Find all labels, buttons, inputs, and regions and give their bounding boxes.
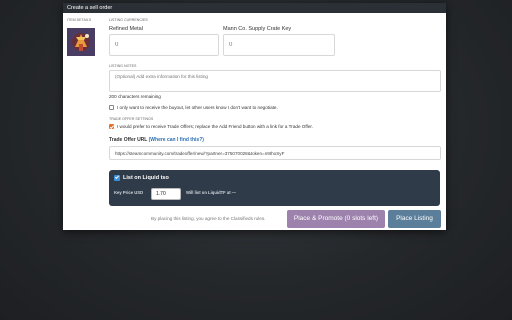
trade-offers-label: I would prefer to receive Trade Offers; … — [117, 124, 313, 129]
trade-url-label: Trade Offer URL (Where can I find this?) — [109, 137, 204, 143]
key-price-label: Key Price USD — [114, 190, 144, 195]
refined-metal-input[interactable] — [109, 34, 219, 56]
refined-metal-label: Refined Metal — [109, 26, 143, 32]
trade-offers-checkbox[interactable] — [109, 124, 114, 129]
listing-currencies-label: LISTING CURRENCIES — [109, 18, 148, 22]
modal-title: Create a sell order — [63, 3, 446, 13]
item-details-label: ITEM DETAILS — [67, 18, 92, 22]
listing-notes-label: LISTING NOTES — [109, 64, 137, 68]
place-promote-button[interactable]: Place & Promote (0 slots left) — [287, 210, 385, 228]
characters-remaining: 200 characters remaining — [109, 94, 161, 99]
crate-key-input[interactable] — [223, 34, 335, 56]
item-image — [67, 28, 95, 56]
trade-offer-settings-label: TRADE OFFER SETTINGS — [109, 117, 154, 121]
liquid-panel: List on Liquid tso Key Price USD Will li… — [109, 170, 440, 206]
rules-text: By placing this listing, you agree to th… — [151, 216, 266, 221]
listing-notes-textarea[interactable] — [109, 70, 441, 92]
key-price-input[interactable] — [151, 188, 181, 200]
trade-url-help-link[interactable]: (Where can I find this?) — [149, 137, 204, 143]
buyout-checkbox[interactable] — [109, 105, 114, 110]
liquid-label: List on Liquid tso — [123, 175, 169, 181]
crate-key-label: Mann Co. Supply Crate Key — [223, 26, 292, 32]
liquid-note: Will list on LiquidTF at — — [186, 190, 236, 195]
sell-order-modal: Create a sell order ITEM DETAILS LISTING… — [63, 3, 446, 230]
buyout-label: I only want to receive the buyout, let o… — [117, 105, 278, 110]
trade-url-input[interactable] — [109, 146, 441, 160]
place-listing-button[interactable]: Place Listing — [388, 210, 441, 228]
liquid-checkbox[interactable] — [114, 175, 120, 181]
